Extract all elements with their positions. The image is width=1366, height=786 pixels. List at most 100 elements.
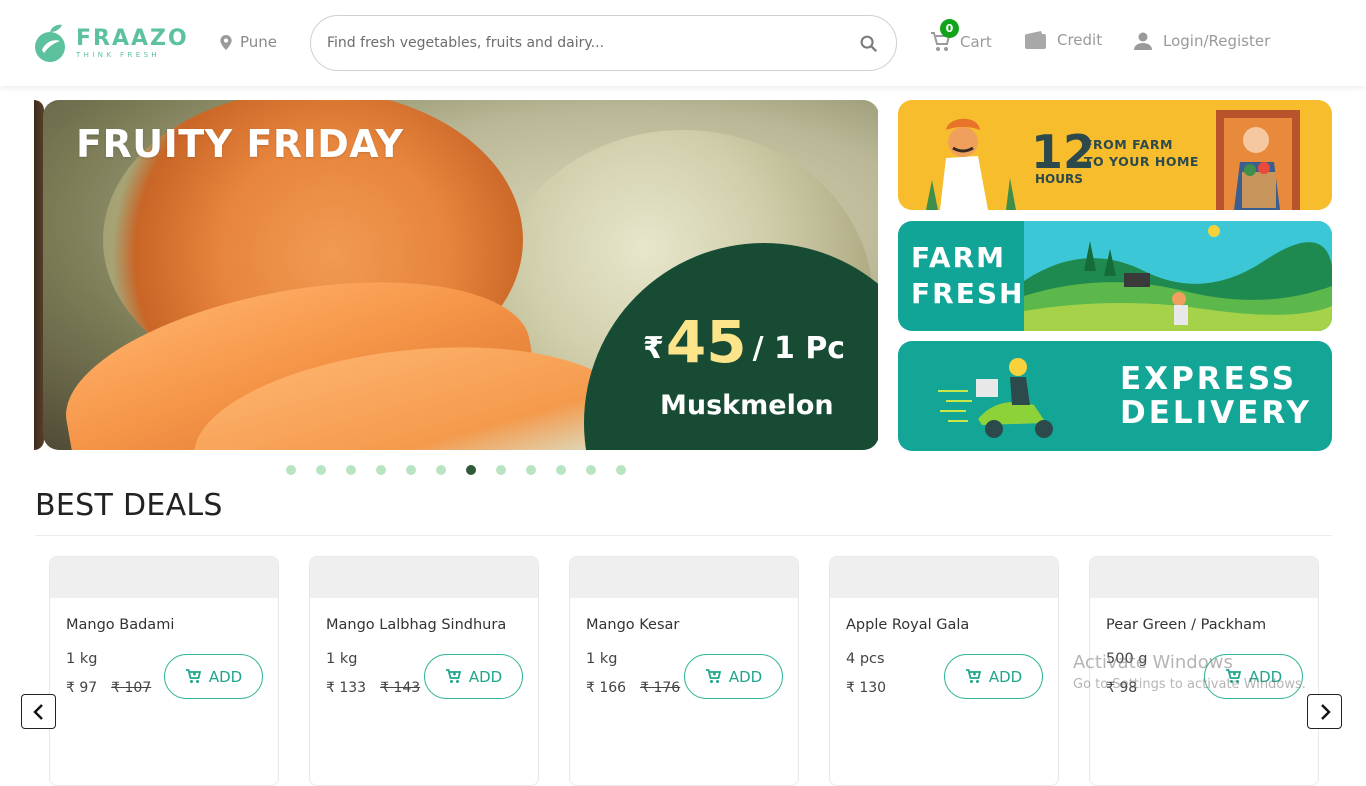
search-icon [860, 35, 877, 52]
hero-price: ₹ 45 / 1 Pc [643, 312, 845, 372]
fraazo-logo[interactable]: FRAAZO THINK FRESH [32, 17, 187, 69]
cart-add-icon [185, 669, 201, 683]
chevron-left-icon [32, 703, 43, 720]
farm-to-home-unit: HOURS [1035, 172, 1083, 186]
hero-slide-fruity-friday[interactable]: FRUITY FRIDAY ₹ 45 / 1 Pc Muskmelon [43, 100, 878, 450]
location-selector[interactable]: Pune [220, 33, 277, 51]
hero-price-value: 45 [665, 308, 747, 376]
cart-label: Cart [960, 33, 992, 51]
farmer-illustration [926, 118, 1016, 210]
cart-count-badge: 0 [940, 19, 959, 38]
carousel-dot[interactable] [466, 465, 476, 475]
product-price-row: ₹ 97 ₹ 107 [66, 680, 151, 696]
product-price-row: ₹ 166 ₹ 176 [586, 680, 680, 696]
product-old-price: ₹ 107 [111, 680, 152, 696]
user-icon [1134, 32, 1152, 50]
product-image-placeholder [1090, 557, 1318, 598]
windows-activation-watermark: Activate Windows [1073, 652, 1233, 673]
woman-with-grocery-illustration [1216, 110, 1300, 210]
product-price: ₹ 133 [326, 680, 367, 696]
product-image-placeholder [310, 557, 538, 598]
add-to-cart-button[interactable]: ADD [164, 654, 263, 699]
product-image-placeholder [50, 557, 278, 598]
product-name: Apple Royal Gala [846, 617, 970, 633]
carousel-dot[interactable] [556, 465, 566, 475]
search-button[interactable] [856, 31, 880, 55]
add-button-label: ADD [988, 667, 1023, 686]
farm-fresh-line2: FRESH [911, 277, 1025, 310]
add-to-cart-button[interactable]: ADD [424, 654, 523, 699]
banner-farm-to-home[interactable]: 12 FROM FARM TO YOUR HOME HOURS [898, 100, 1332, 210]
carousel-dot[interactable] [616, 465, 626, 475]
product-price: ₹ 166 [586, 680, 627, 696]
hero-product-name: Muskmelon [660, 390, 834, 421]
farm-to-home-line2: TO YOUR HOME [1084, 154, 1199, 169]
carousel-dot[interactable] [286, 465, 296, 475]
credit-link[interactable]: Credit [1025, 31, 1102, 49]
deals-prev-button[interactable] [21, 694, 56, 729]
product-price-row: ₹ 130 [846, 680, 886, 696]
scooter-delivery-illustration [938, 358, 1053, 438]
product-quantity: 1 kg [326, 651, 358, 667]
deals-next-button[interactable] [1307, 694, 1342, 729]
add-button-label: ADD [728, 667, 763, 686]
banner-farm-fresh[interactable]: FARM FRESH [898, 221, 1332, 331]
product-card[interactable]: Mango Kesar 1 kg ₹ 166 ₹ 176 ADD [569, 556, 799, 786]
product-price-row: ₹ 133 ₹ 143 [326, 680, 420, 696]
location-label: Pune [240, 33, 278, 51]
add-to-cart-button[interactable]: ADD [684, 654, 783, 699]
credit-label: Credit [1057, 31, 1103, 49]
carousel-dot[interactable] [316, 465, 326, 475]
carousel-dot[interactable] [586, 465, 596, 475]
location-pin-icon [220, 34, 232, 50]
product-old-price: ₹ 143 [380, 680, 421, 696]
hero-price-unit: / 1 Pc [752, 331, 846, 366]
add-to-cart-button[interactable]: ADD [944, 654, 1043, 699]
carousel-dot[interactable] [406, 465, 416, 475]
search-bar [310, 15, 897, 71]
product-quantity: 1 kg [66, 651, 98, 667]
leaf-logo-icon [32, 23, 72, 63]
product-name: Pear Green / Packham [1106, 617, 1267, 633]
hero-carousel[interactable]: FRUITY FRIDAY ₹ 45 / 1 Pc Muskmelon [34, 100, 878, 450]
search-input[interactable] [327, 35, 856, 51]
product-card[interactable]: Mango Badami 1 kg ₹ 97 ₹ 107 ADD [49, 556, 279, 786]
cart-link[interactable]: 0 Cart [930, 19, 992, 53]
windows-activation-hint: Go to Settings to activate Windows. [1073, 677, 1306, 692]
cart-add-icon [705, 669, 721, 683]
product-name: Mango Kesar [586, 617, 680, 633]
product-price: ₹ 130 [846, 680, 887, 696]
section-divider [35, 535, 1332, 536]
product-quantity: 4 pcs [846, 651, 885, 667]
login-register-link[interactable]: Login/Register [1133, 31, 1270, 51]
product-card[interactable]: Mango Lalbhag Sindhura 1 kg ₹ 133 ₹ 143 ADD [309, 556, 539, 786]
carousel-dot[interactable] [376, 465, 386, 475]
wallet-icon [1025, 31, 1046, 49]
carousel-dot[interactable] [496, 465, 506, 475]
add-button-label: ADD [208, 667, 243, 686]
brand-name: FRAAZO [76, 25, 189, 51]
express-line1: EXPRESS [1120, 361, 1298, 397]
express-line2: DELIVERY [1120, 395, 1312, 431]
product-old-price: ₹ 176 [640, 680, 681, 696]
best-deals-heading: BEST DEALS [35, 488, 223, 523]
product-name: Mango Lalbhag Sindhura [326, 617, 507, 633]
product-quantity: 1 kg [586, 651, 618, 667]
login-label: Login/Register [1163, 32, 1271, 50]
farm-landscape-illustration [1024, 221, 1332, 331]
carousel-dots [286, 465, 646, 475]
banner-express-delivery[interactable]: EXPRESS DELIVERY [898, 341, 1332, 451]
product-image-placeholder [570, 557, 798, 598]
cart-add-icon [965, 669, 981, 683]
product-name: Mango Badami [66, 617, 175, 633]
farm-fresh-line1: FARM [911, 241, 1007, 274]
farm-to-home-line1: FROM FARM [1084, 137, 1173, 152]
rupee-symbol: ₹ [643, 331, 664, 366]
carousel-dot[interactable] [436, 465, 446, 475]
product-image-placeholder [830, 557, 1058, 598]
hero-title: FRUITY FRIDAY [76, 122, 404, 166]
brand-tagline: THINK FRESH [76, 50, 161, 59]
carousel-dot[interactable] [526, 465, 536, 475]
product-card[interactable]: Apple Royal Gala 4 pcs ₹ 130 ADD [829, 556, 1059, 786]
carousel-dot[interactable] [346, 465, 356, 475]
